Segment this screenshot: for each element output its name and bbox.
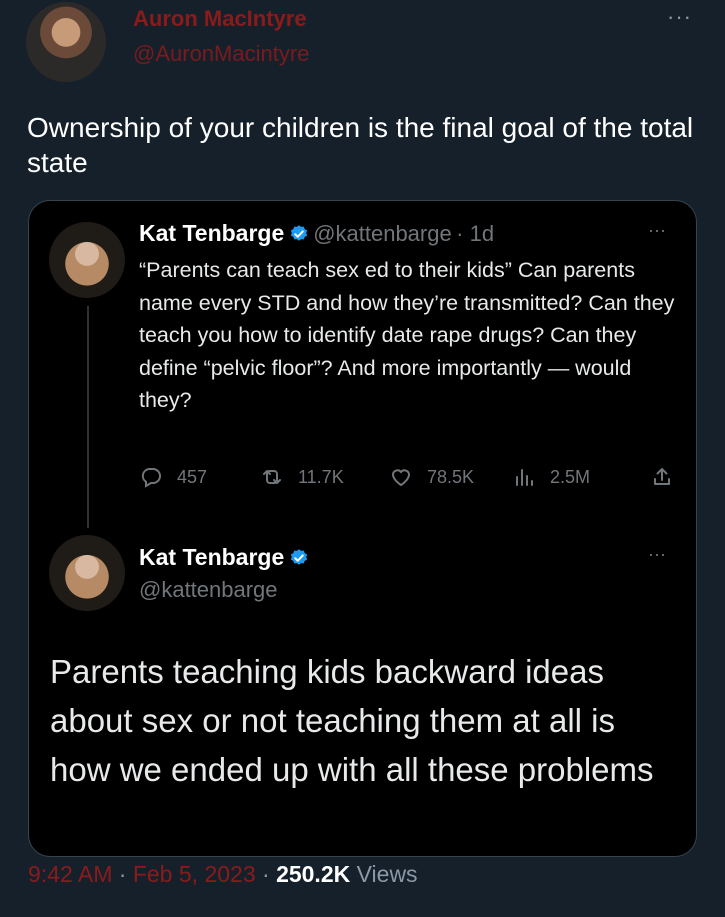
share-button[interactable]: [650, 465, 674, 489]
views-count: 250.2K: [276, 861, 351, 887]
separator: ·: [118, 861, 133, 887]
quoted-tweet-text: “Parents can teach sex ed to their kids”…: [139, 258, 675, 412]
tweet-age: · 1d: [456, 221, 495, 246]
retweet-icon: [263, 470, 281, 484]
reply-icon: [141, 468, 161, 488]
quoted-avatar[interactable]: [49, 535, 125, 611]
like-button[interactable]: 78.5K: [389, 465, 474, 489]
quoted-tweet-header: Kat Tenbarge: [139, 544, 309, 571]
separator: ·: [262, 861, 277, 887]
retweet-count: 11.7K: [298, 466, 344, 487]
reply-count: 457: [177, 466, 208, 487]
tweet-meta: 9:42 AM · Feb 5, 2023 · 250.2K Views: [28, 861, 418, 888]
verified-badge-icon: [290, 549, 307, 565]
verified-badge-icon: [290, 225, 307, 241]
tweet-text: Ownership of your children is the final …: [27, 112, 694, 178]
avatar[interactable]: [26, 2, 106, 82]
quoted-author-handle[interactable]: @kattenbarge: [139, 577, 278, 603]
quoted-tweet-text: Parents teaching kids backward ideas abo…: [50, 653, 654, 788]
quoted-tweet-header: Kat Tenbarge @kattenbarge · 1d: [139, 220, 494, 247]
heart-icon: [391, 469, 411, 487]
like-count: 78.5K: [427, 466, 475, 487]
tweet-date[interactable]: Feb 5, 2023: [133, 861, 256, 887]
reply-button[interactable]: 457: [139, 465, 207, 489]
more-options-icon[interactable]: ···: [648, 544, 666, 565]
tweet-time[interactable]: 9:42 AM: [28, 861, 112, 887]
quoted-author-handle[interactable]: @kattenbarge: [313, 221, 452, 246]
views-chart-icon: [516, 469, 533, 486]
quoted-author-name[interactable]: Kat Tenbarge: [139, 220, 284, 246]
quoted-avatar[interactable]: [49, 222, 125, 298]
view-count: 2.5M: [550, 466, 591, 487]
author-handle[interactable]: @AuronMacintyre: [133, 41, 309, 67]
retweet-button[interactable]: 11.7K: [260, 465, 344, 489]
quoted-author-name[interactable]: Kat Tenbarge: [139, 544, 284, 570]
views-button[interactable]: 2.5M: [512, 465, 590, 489]
author-name[interactable]: Auron MacIntyre: [133, 6, 307, 32]
more-options-icon[interactable]: ···: [667, 4, 692, 30]
thread-connector-line: [87, 306, 89, 528]
share-icon: [654, 468, 670, 485]
views-label: Views: [356, 861, 418, 887]
more-options-icon[interactable]: ···: [648, 220, 666, 241]
